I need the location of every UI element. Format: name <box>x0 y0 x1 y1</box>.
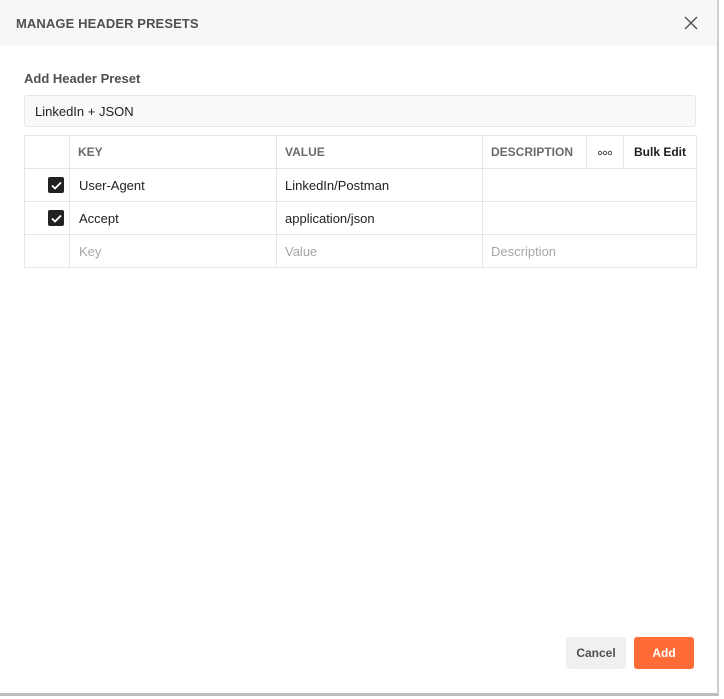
description-cell[interactable] <box>482 201 697 235</box>
modal-title: MANAGE HEADER PRESETS <box>16 15 199 31</box>
add-button[interactable]: Add <box>634 637 694 669</box>
description-column-header: DESCRIPTION <box>482 135 587 169</box>
row-checkbox-cell <box>24 201 70 235</box>
key-cell[interactable]: Accept <box>69 201 277 235</box>
headers-table: KEY VALUE DESCRIPTION Bulk Edit User-Age… <box>24 135 697 268</box>
manage-header-presets-modal: MANAGE HEADER PRESETS Add Header Preset … <box>0 0 719 696</box>
value-column-header: VALUE <box>276 135 483 169</box>
table-row: Accept application/json <box>24 201 697 235</box>
value-placeholder[interactable]: Value <box>276 234 483 268</box>
key-column-header: KEY <box>69 135 277 169</box>
value-cell[interactable]: LinkedIn/Postman <box>276 168 483 202</box>
cancel-button[interactable]: Cancel <box>566 637 626 669</box>
key-cell[interactable]: User-Agent <box>69 168 277 202</box>
key-placeholder[interactable]: Key <box>69 234 277 268</box>
more-options-icon[interactable] <box>586 135 624 169</box>
table-header-row: KEY VALUE DESCRIPTION Bulk Edit <box>24 135 697 169</box>
close-icon[interactable] <box>681 13 701 33</box>
checkbox-column-header <box>24 135 70 169</box>
screen: MANAGE HEADER PRESETS Add Header Preset … <box>0 0 724 699</box>
value-cell[interactable]: application/json <box>276 201 483 235</box>
modal-header: MANAGE HEADER PRESETS <box>0 0 717 46</box>
table-row: User-Agent LinkedIn/Postman <box>24 168 697 202</box>
row-checkbox-cell <box>24 168 70 202</box>
modal-footer: Cancel Add <box>566 637 694 669</box>
description-placeholder[interactable]: Description <box>482 234 697 268</box>
table-row-empty: Key Value Description <box>24 234 697 268</box>
modal-body: Add Header Preset KEY VALUE DESCRIPTION <box>0 46 717 268</box>
bulk-edit-button[interactable]: Bulk Edit <box>623 135 697 169</box>
preset-name-input[interactable] <box>24 95 696 127</box>
row-checkbox[interactable] <box>48 210 64 226</box>
description-cell[interactable] <box>482 168 697 202</box>
add-header-preset-label: Add Header Preset <box>24 71 141 86</box>
row-checkbox[interactable] <box>48 177 64 193</box>
row-checkbox-cell <box>24 234 70 268</box>
